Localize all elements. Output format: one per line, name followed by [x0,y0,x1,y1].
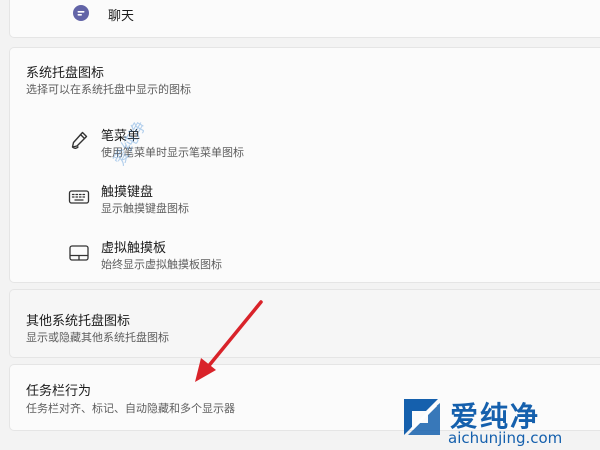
other-tray-title: 其他系统托盘图标 [26,314,131,329]
taskbar-behaviors-title: 任务栏行为 [26,384,92,399]
tray-item-virtual-touchpad[interactable]: 虚拟触摸板 始终显示虚拟触摸板图标 [10,226,600,282]
other-tray-desc: 显示或隐藏其他系统托盘图标 [26,331,169,344]
system-tray-title: 系统托盘图标 [26,66,105,81]
chat-row[interactable]: 聊天 [9,0,600,38]
tray-item-touch-keyboard[interactable]: 触摸键盘 显示触摸键盘图标 [10,170,600,226]
virtual-touchpad-desc: 始终显示虚拟触摸板图标 [101,258,222,271]
other-system-tray-icons-row[interactable]: 其他系统托盘图标 显示或隐藏其他系统托盘图标 [9,289,600,358]
touch-keyboard-title: 触摸键盘 [101,185,154,200]
system-tray-icons-section: 系统托盘图标 选择可以在系统托盘中显示的图标 笔菜单 使用笔菜单时显示笔菜单图标… [9,47,600,283]
keyboard-icon [68,186,90,208]
touchpad-icon [68,242,90,264]
brand-logo-icon [404,399,440,435]
tray-item-pen-menu[interactable]: 笔菜单 使用笔菜单时显示笔菜单图标 [10,114,600,170]
brand-watermark: 爱纯净 aichunjing.com [398,393,590,449]
chat-label: 聊天 [108,9,135,24]
chat-icon [70,2,92,24]
annotation-arrow-icon [195,300,263,382]
taskbar-behaviors-desc: 任务栏对齐、标记、自动隐藏和多个显示器 [26,402,235,415]
touch-keyboard-desc: 显示触摸键盘图标 [101,202,189,215]
pen-icon [68,129,90,151]
virtual-touchpad-title: 虚拟触摸板 [101,241,167,256]
brand-url: aichunjing.com [448,429,563,447]
system-tray-header[interactable]: 系统托盘图标 选择可以在系统托盘中显示的图标 [10,48,600,114]
